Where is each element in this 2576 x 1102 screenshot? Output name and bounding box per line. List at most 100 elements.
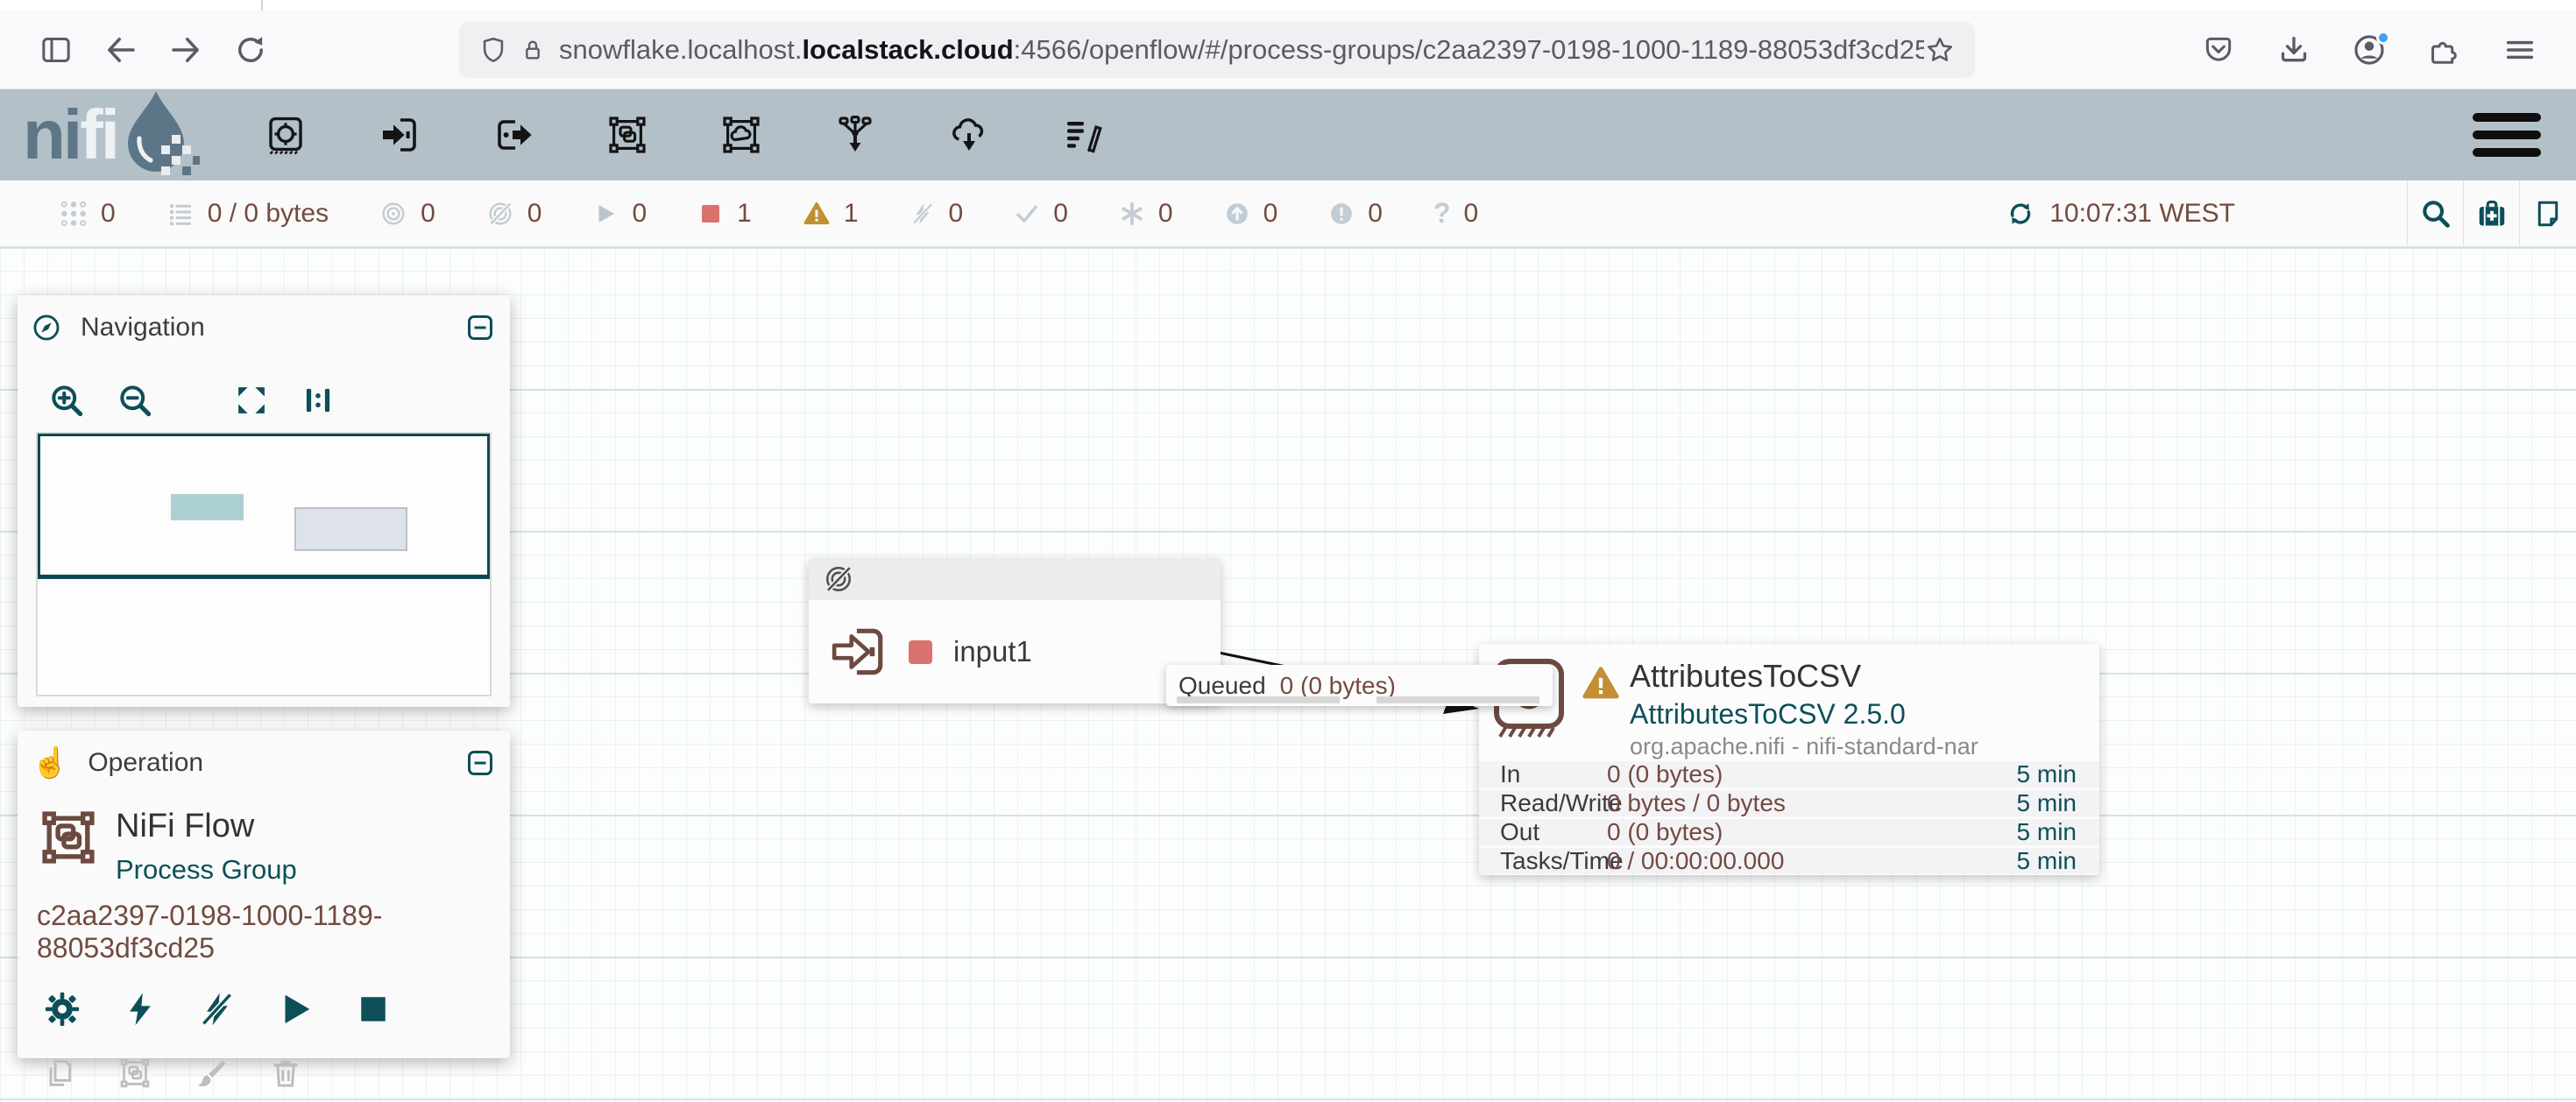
stat-label: Read/Write xyxy=(1479,789,1607,817)
gear-icon xyxy=(42,989,82,1029)
input-port-component[interactable]: input1 xyxy=(809,558,1221,703)
disabled-bolt-icon xyxy=(909,201,936,227)
minimap[interactable] xyxy=(36,432,492,696)
lightning-slash-icon xyxy=(198,990,237,1028)
processor-tool[interactable] xyxy=(265,114,307,156)
status-locally-modified-and-stale: 0 xyxy=(1328,199,1383,229)
global-menu-button[interactable] xyxy=(2473,113,2541,157)
reload-button[interactable] xyxy=(226,25,275,74)
funnel-tool[interactable] xyxy=(834,114,876,156)
forward-button[interactable] xyxy=(161,25,210,74)
status-up-to-date: 0 xyxy=(1014,199,1068,229)
input-port-tool[interactable] xyxy=(379,114,421,156)
port-stopped-indicator xyxy=(909,640,932,664)
stop-button[interactable] xyxy=(354,990,393,1028)
screen: snowflake.localhost.localstack.cloud:456… xyxy=(0,0,2576,1102)
remote-process-group-tool[interactable] xyxy=(720,114,762,156)
copy-icon xyxy=(42,1056,77,1091)
bulletin-board-button[interactable] xyxy=(2520,180,2576,246)
refresh-time: 10:07:31 WEST xyxy=(2049,199,2235,229)
url-domain: localstack.cloud xyxy=(802,34,1013,65)
copy-button[interactable] xyxy=(42,1056,77,1091)
flow-texts: NiFi Flow Process Group xyxy=(116,808,297,886)
component-toolbar xyxy=(265,114,1104,156)
output-port-tool[interactable] xyxy=(492,114,534,156)
operation-panel: ☝ Operation NiFi Flow Process Group c2aa… xyxy=(18,731,510,1058)
queued-count: 0 / 0 bytes xyxy=(208,199,329,229)
status-running: 0 xyxy=(592,199,647,229)
search-button[interactable] xyxy=(2408,180,2464,246)
minimap-viewport[interactable] xyxy=(38,434,490,579)
nifi-header: nifi xyxy=(0,89,2576,180)
flow-download-tool[interactable] xyxy=(948,114,990,156)
url-text: snowflake.localhost.localstack.cloud:456… xyxy=(559,34,1924,66)
connection-queued-label[interactable]: Queued 0 (0 bytes) xyxy=(1166,665,1553,706)
url-bar[interactable]: snowflake.localhost.localstack.cloud:456… xyxy=(459,22,1975,78)
hamburger-bar xyxy=(2473,148,2541,157)
collapse-operation-button[interactable] xyxy=(468,751,492,775)
collapse-navigation-button[interactable] xyxy=(468,315,492,340)
stat-row-out: Out 0 (0 bytes) 5 min xyxy=(1479,819,2099,845)
navigation-panel: Navigation xyxy=(18,295,510,707)
pocket-button[interactable] xyxy=(2194,25,2243,74)
bookmark-star-icon[interactable] xyxy=(1924,34,1956,66)
sidebar-icon xyxy=(39,32,74,67)
input-port-header xyxy=(809,558,1221,600)
account-notification-dot xyxy=(2376,31,2390,45)
flow-analysis-button[interactable] xyxy=(2464,180,2520,246)
delete-button[interactable] xyxy=(268,1056,303,1091)
nifi-logo-text: nifi xyxy=(23,100,117,170)
enable-button[interactable] xyxy=(121,990,159,1028)
queue-bytes-bar xyxy=(1376,696,1539,703)
zoom-actual-size-button[interactable] xyxy=(300,382,336,419)
transmitting-icon xyxy=(379,200,407,228)
group-button[interactable] xyxy=(117,1056,152,1091)
downloads-button[interactable] xyxy=(2269,25,2318,74)
tab-strip xyxy=(0,0,2576,11)
color-button[interactable] xyxy=(193,1056,228,1091)
account-button[interactable] xyxy=(2345,25,2394,74)
zoom-in-button[interactable] xyxy=(47,381,86,420)
nifi-drop-icon xyxy=(121,89,202,177)
refresh-button[interactable]: 10:07:31 WEST xyxy=(2006,199,2235,229)
processor-icon xyxy=(265,114,307,156)
zoom-out-icon xyxy=(116,381,154,420)
sidebar-toggle-button[interactable] xyxy=(32,25,81,74)
hamburger-bar xyxy=(2473,113,2541,122)
queued-list-icon xyxy=(166,200,195,228)
navigation-zoom-controls xyxy=(47,381,510,420)
running-count: 0 xyxy=(632,199,647,229)
play-icon xyxy=(275,989,315,1029)
status-invalid: 1 xyxy=(803,199,859,229)
browser-menu-button[interactable] xyxy=(2495,25,2544,74)
disable-button[interactable] xyxy=(198,990,237,1028)
search-icon xyxy=(2419,197,2452,230)
processor-invalid-warning-icon xyxy=(1581,663,1621,703)
process-group-tool[interactable] xyxy=(606,114,648,156)
processor-component[interactable]: AttributesToCSV AttributesToCSV 2.5.0 or… xyxy=(1479,644,2099,875)
label-tool[interactable] xyxy=(1062,114,1104,156)
zoom-fit-button[interactable] xyxy=(233,382,270,419)
navigation-panel-header: Navigation xyxy=(18,295,510,343)
zoom-out-button[interactable] xyxy=(116,381,154,420)
stat-row-tasks: Tasks/Time 0 / 00:00:00.000 5 min xyxy=(1479,848,2099,874)
input-port-icon xyxy=(379,114,421,156)
lock-icon xyxy=(519,36,547,64)
paintbrush-icon xyxy=(193,1056,228,1091)
zoom-in-icon xyxy=(47,381,86,420)
back-button[interactable] xyxy=(96,25,145,74)
flow-name: NiFi Flow xyxy=(116,808,297,845)
flow-canvas[interactable]: input1 Queued 0 (0 bytes) AttributesToCS… xyxy=(0,247,2576,1102)
status-sync-failure: ? 0 xyxy=(1433,197,1478,230)
logo-fi: fi xyxy=(80,95,117,173)
status-not-transmitting: 0 xyxy=(486,199,542,229)
process-group-glyph-icon xyxy=(39,808,98,867)
stopped-count: 1 xyxy=(737,199,752,229)
extensions-button[interactable] xyxy=(2420,25,2469,74)
configure-button[interactable] xyxy=(42,989,82,1029)
flow-type: Process Group xyxy=(116,854,297,886)
start-button[interactable] xyxy=(275,989,315,1029)
input-port-name: input1 xyxy=(953,635,1032,668)
status-active-threads: 0 xyxy=(60,199,116,229)
shield-icon xyxy=(478,35,508,65)
